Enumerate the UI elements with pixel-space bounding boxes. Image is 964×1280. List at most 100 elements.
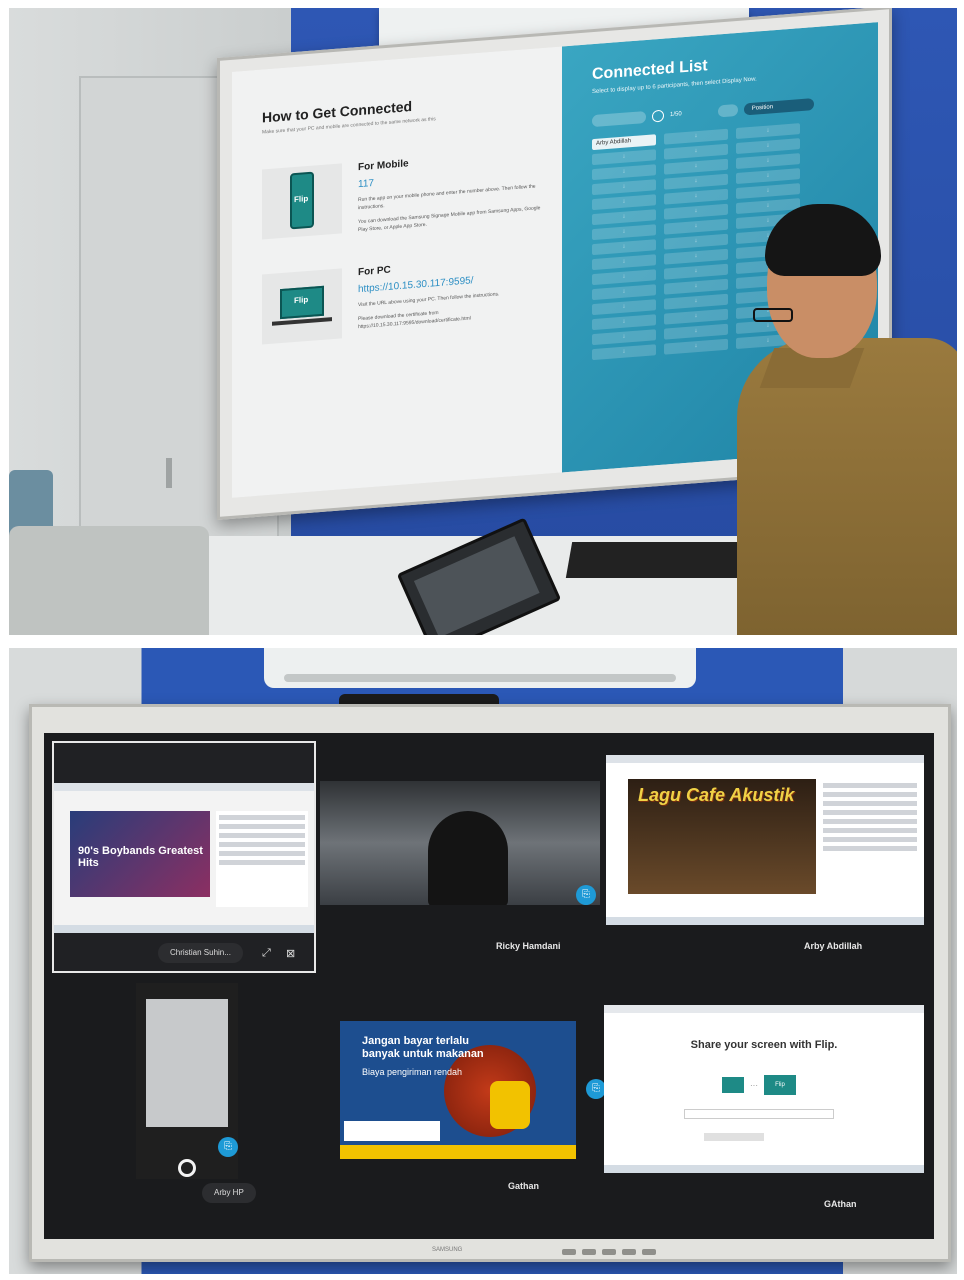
participant-slot[interactable]: ↓	[664, 338, 728, 355]
participant-slot[interactable]: ↓	[592, 209, 656, 226]
camera-preview	[146, 999, 228, 1127]
taskbar	[54, 925, 314, 933]
ac-vent	[284, 674, 676, 682]
browser-tab-bar	[604, 1005, 924, 1013]
screen-tile-arby-hp[interactable]: ⎘	[136, 983, 238, 1179]
participant-slot[interactable]: ↓	[736, 183, 800, 200]
participant-count: 1/50	[670, 111, 682, 119]
participant-slot[interactable]: ↓	[592, 314, 656, 331]
screen-tile-arby[interactable]: Lagu Cafe Akustik	[606, 755, 924, 925]
glasses-icon	[753, 308, 793, 322]
display-now-button[interactable]	[592, 110, 646, 128]
screen-tile-ricky[interactable]: ⎘	[320, 781, 600, 905]
person-silhouette	[428, 811, 508, 905]
pc-illustration: Flip	[262, 268, 342, 345]
scooter-image	[490, 1081, 530, 1129]
screen-tile-christian[interactable]: 90's Boybands Greatest Hits Christian Su…	[52, 741, 316, 973]
participant-slot[interactable]: ↓	[664, 128, 728, 145]
participant-slot[interactable]: Arby Abdillah	[592, 134, 656, 151]
browser-tab-bar	[606, 755, 924, 763]
door-handle	[166, 458, 172, 488]
participant-slot[interactable]: ↓	[592, 194, 656, 211]
top-photo: How to Get Connected Make sure that your…	[9, 8, 957, 635]
monitor-ports	[562, 1249, 656, 1255]
participant-slot[interactable]: ↓	[736, 168, 800, 185]
screen-tile-gathan-flip[interactable]: Share your screen with Flip. ··· Flip	[604, 1005, 924, 1173]
participant-slot[interactable]: ↓	[664, 263, 728, 280]
video-thumbnail: Lagu Cafe Akustik	[628, 779, 816, 894]
close-icon[interactable]: ⊠	[286, 947, 295, 960]
pc-thumb-label: Flip	[294, 294, 309, 306]
multi-screen-display: 90's Boybands Greatest Hits Christian Su…	[44, 733, 934, 1239]
shutter-button[interactable]	[178, 1159, 196, 1177]
video-title: Lagu Cafe Akustik	[638, 785, 795, 805]
taskbar	[606, 917, 924, 925]
video-thumbnail: 90's Boybands Greatest Hits	[70, 811, 210, 897]
mobile-illustration: Flip	[262, 163, 342, 240]
person-hair	[765, 204, 881, 276]
bottom-photo: 90's Boybands Greatest Hits Christian Su…	[9, 648, 957, 1274]
chair	[9, 526, 209, 635]
cast-icon[interactable]: ⎘	[576, 885, 596, 905]
video-sidebar	[216, 811, 308, 907]
pc-icon	[722, 1077, 744, 1093]
participant-slot[interactable]: ↓	[664, 233, 728, 250]
participant-slot[interactable]: ↓	[664, 143, 728, 160]
ad-strip	[340, 1145, 576, 1159]
participant-slot[interactable]: ↓	[592, 149, 656, 166]
pc-section: Flip For PC https://10.15.30.117:9595/ V…	[262, 252, 552, 345]
tile-label: Christian Suhin...	[158, 943, 243, 963]
participant-slot[interactable]: ↓	[592, 224, 656, 241]
ad-subline: Biaya pengiriman rendah	[362, 1067, 463, 1077]
video-sidebar	[820, 779, 920, 909]
cast-icon[interactable]: ⎘	[586, 1079, 606, 1099]
participant-slot[interactable]: ↓	[664, 323, 728, 340]
participant-slot[interactable]: ↓	[592, 239, 656, 256]
participant-slot[interactable]: ↓	[664, 248, 728, 265]
display-monitor: 90's Boybands Greatest Hits Christian Su…	[29, 704, 951, 1262]
participant-slot[interactable]: ↓	[592, 284, 656, 301]
connect-button[interactable]	[704, 1133, 764, 1141]
browser-window: 90's Boybands Greatest Hits	[54, 783, 314, 933]
monitor-brand-logo: SAMSUNG	[432, 1247, 463, 1253]
participant-slot[interactable]: ↓	[664, 293, 728, 310]
person	[727, 204, 957, 635]
screen-tile-gathan-ad[interactable]: Jangan bayar terlalu banyak untuk makana…	[340, 1021, 576, 1159]
connection-guide-panel: How to Get Connected Make sure that your…	[232, 46, 562, 498]
participant-slot[interactable]: ↓	[736, 138, 800, 155]
flip-device-illustration: ··· Flip	[722, 1075, 796, 1095]
code-input[interactable]	[684, 1109, 834, 1119]
participant-slot[interactable]: ↓	[664, 218, 728, 235]
participant-slot[interactable]: ↓	[664, 173, 728, 190]
participant-slot[interactable]: ↓	[592, 299, 656, 316]
participant-slot[interactable]: ↓	[664, 158, 728, 175]
participant-slot[interactable]: ↓	[664, 188, 728, 205]
participant-slot[interactable]: ↓	[664, 308, 728, 325]
participant-slot[interactable]: ↓	[736, 153, 800, 170]
cast-icon[interactable]: ⎘	[218, 1137, 238, 1157]
flip-device-icon: Flip	[764, 1075, 796, 1095]
air-conditioner	[264, 648, 696, 688]
expand-icon[interactable]: ⤢	[262, 947, 271, 960]
participant-slot[interactable]: ↓	[592, 269, 656, 286]
tile-label: GAthan	[824, 1199, 857, 1209]
participant-slot[interactable]: ↓	[592, 344, 656, 361]
participant-slot[interactable]: ↓	[592, 329, 656, 346]
browser-tab-bar	[54, 783, 314, 791]
sort-select[interactable]: Position	[743, 98, 814, 116]
participant-slot[interactable]: ↓	[592, 164, 656, 181]
participant-slot[interactable]: ↓	[592, 179, 656, 196]
participant-slot[interactable]: ↓	[592, 254, 656, 271]
participant-slot[interactable]: ↓	[664, 278, 728, 295]
refresh-icon[interactable]	[652, 109, 664, 123]
mobile-thumb-label: Flip	[294, 193, 309, 205]
sort-label	[717, 103, 738, 118]
app-install-banner[interactable]	[344, 1121, 440, 1141]
ad-headline: Jangan bayar terlalu banyak untuk makana…	[362, 1035, 484, 1060]
participant-slot[interactable]: ↓	[736, 123, 800, 140]
tile-label: Arby Abdillah	[804, 941, 863, 951]
participant-slot[interactable]: ↓	[664, 203, 728, 220]
mobile-section: Flip For Mobile 117 Run the app on your …	[262, 147, 552, 240]
tile-label: Gathan	[508, 1181, 540, 1191]
taskbar	[604, 1165, 924, 1173]
